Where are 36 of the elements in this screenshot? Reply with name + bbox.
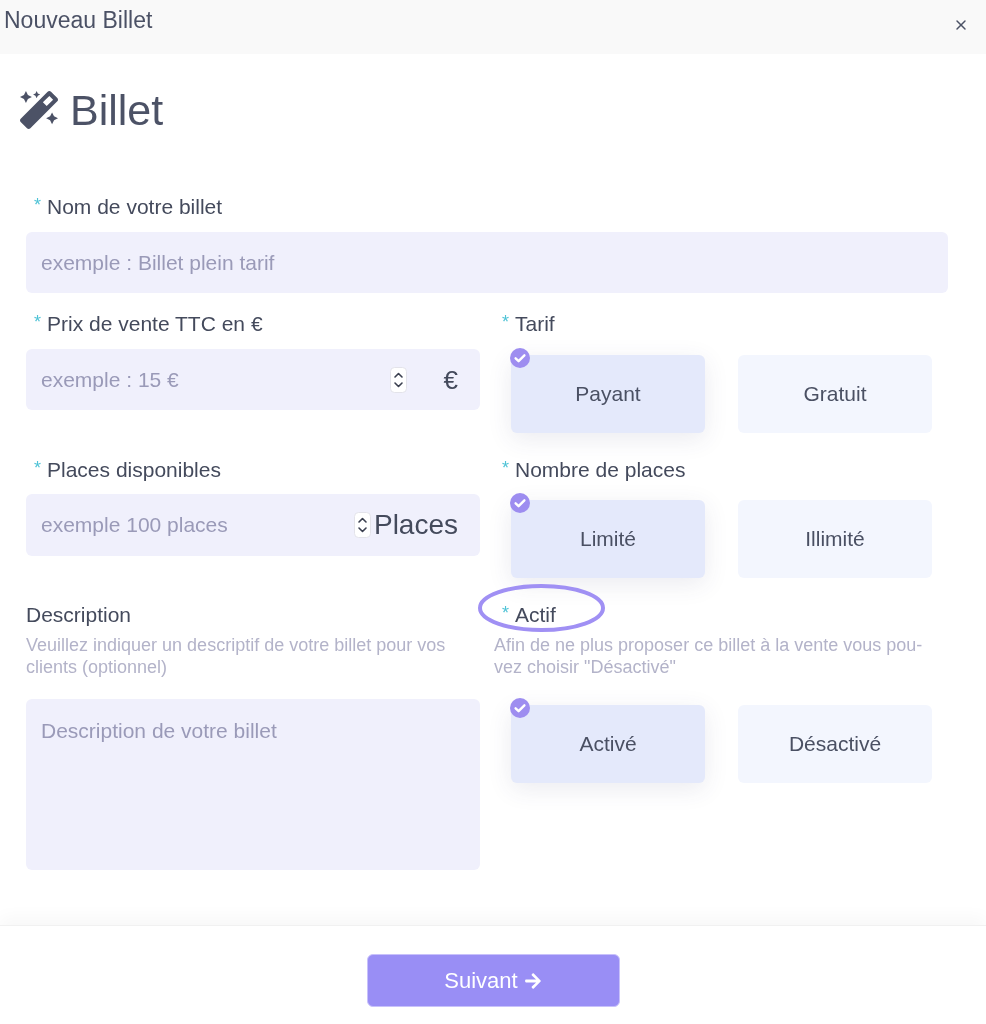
choice-option[interactable]: Illimité: [738, 500, 932, 578]
required-mark: *: [502, 459, 509, 477]
choice-option[interactable]: Limité: [511, 500, 705, 578]
field-label: Tarif: [515, 312, 555, 336]
close-button[interactable]: [953, 17, 969, 33]
required-mark: *: [34, 196, 41, 214]
choice-option[interactable]: Activé: [511, 705, 705, 783]
close-icon: [953, 17, 969, 33]
choice-option[interactable]: Désactivé: [738, 705, 932, 783]
check-badge-icon: [510, 493, 530, 513]
section-title: Billet: [70, 88, 164, 132]
help-text: Afin de ne plus proposer ce billet à la vente vous pou- vez choisir "Désactivé": [494, 634, 924, 678]
field-label: Actif: [515, 603, 556, 627]
currency-unit: €: [443, 364, 458, 395]
required-mark: *: [34, 313, 41, 331]
places-unit: Places: [373, 509, 458, 541]
arrow-right-icon: [523, 971, 542, 990]
check-badge-icon: [510, 698, 530, 718]
choice-option[interactable]: Payant: [511, 355, 705, 433]
field-label: Prix de vente TTC en €: [47, 312, 263, 336]
help-text: Veuillez indiquer un descriptif de votre billet pour vos clients (optionnel): [26, 634, 447, 678]
required-mark: *: [34, 459, 41, 477]
required-mark: *: [502, 313, 509, 331]
ticket-name-input[interactable]: exemple : Billet plein tarif: [26, 232, 948, 293]
choice-option[interactable]: Gratuit: [738, 355, 932, 433]
magic-wand-icon: [20, 91, 58, 129]
required-mark: *: [502, 604, 509, 622]
field-label: Places disponibles: [47, 458, 221, 482]
window-title: Nouveau Billet: [3, 6, 153, 33]
field-label: Nombre de places: [515, 458, 686, 482]
field-label: Description: [26, 603, 132, 627]
description-textarea[interactable]: Description de votre billet: [26, 699, 480, 870]
check-badge-icon: [510, 348, 530, 368]
stepper-arrows-icon[interactable]: [353, 512, 371, 538]
stepper-arrows-icon[interactable]: [389, 366, 407, 393]
field-label: Nom de votre billet: [47, 195, 223, 219]
